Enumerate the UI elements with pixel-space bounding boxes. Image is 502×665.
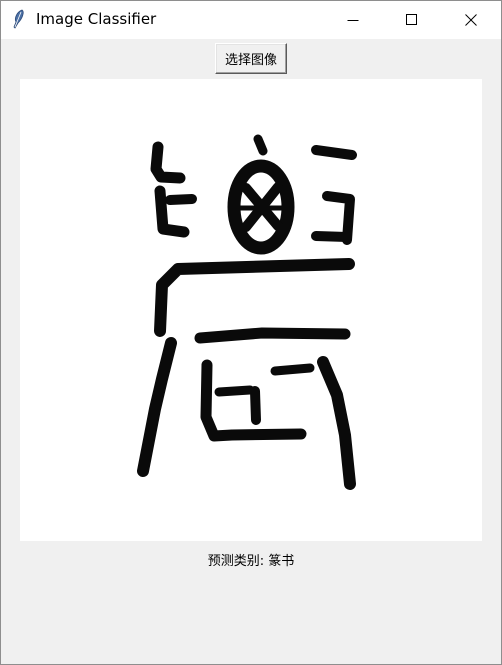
close-button[interactable] [448,1,494,39]
select-image-button[interactable]: 选择图像 [215,43,287,74]
prediction-label: 预测类别: 篆书 [207,554,295,569]
window-title: Image Classifier [36,10,157,28]
minimize-button[interactable] [330,1,376,39]
minimize-icon [347,14,359,26]
seal-script-character-image [137,134,357,490]
close-icon [465,14,477,26]
title-bar[interactable]: Image Classifier [1,1,501,39]
feather-icon [10,9,26,31]
maximize-button[interactable] [389,1,435,39]
maximize-icon [406,14,418,26]
image-display [20,79,482,541]
app-window: Image Classifier 选择图像 预测类别: 篆书 [0,0,502,665]
